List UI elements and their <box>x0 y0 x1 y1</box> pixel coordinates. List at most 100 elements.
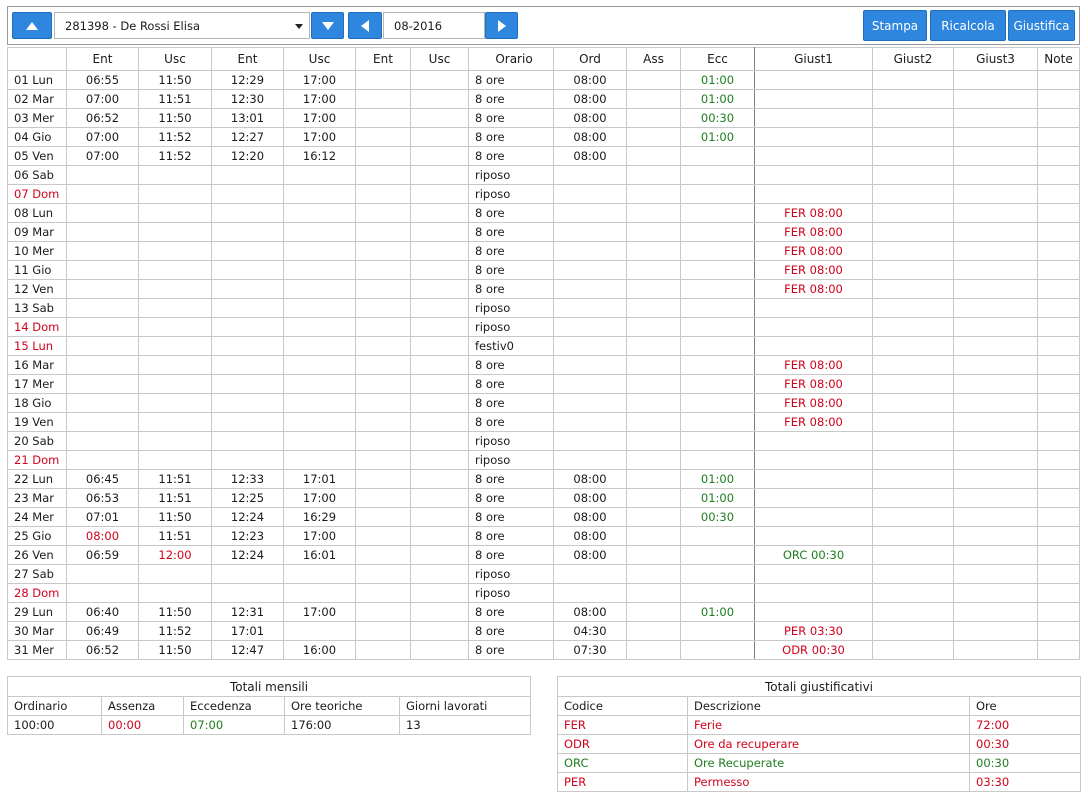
time-cell[interactable] <box>211 450 284 470</box>
giust1-cell[interactable] <box>754 108 873 128</box>
time-cell[interactable]: 08:00 <box>66 526 139 546</box>
table-row[interactable]: 29 Lun 06:40 11:50 12:31 17:00 8 ore 08:00 01:0… <box>7 602 1080 622</box>
time-cell[interactable] <box>355 203 411 223</box>
giust2-cell[interactable] <box>872 507 954 527</box>
giust1-cell[interactable] <box>754 165 873 185</box>
time-cell[interactable] <box>355 355 411 375</box>
giust3-cell[interactable] <box>953 127 1038 147</box>
giust1-cell[interactable]: FER 08:00 <box>754 355 873 375</box>
table-row[interactable]: 19 Ven 8 ore FER 08:00 <box>7 412 1080 432</box>
time-cell[interactable] <box>211 317 284 337</box>
giust2-cell[interactable] <box>872 241 954 261</box>
time-cell[interactable] <box>66 450 139 470</box>
note-cell[interactable] <box>1037 431 1080 451</box>
note-cell[interactable] <box>1037 165 1080 185</box>
time-cell[interactable]: 12:31 <box>211 602 284 622</box>
giust2-cell[interactable] <box>872 127 954 147</box>
giust3-cell[interactable] <box>953 336 1038 356</box>
time-cell[interactable] <box>211 412 284 432</box>
giust3-cell[interactable] <box>953 279 1038 299</box>
table-row[interactable]: 20 Sab riposo <box>7 431 1080 451</box>
giust1-cell[interactable] <box>754 564 873 584</box>
table-row[interactable]: 31 Mer 06:52 11:50 12:47 16:00 8 ore 07:30 ODR … <box>7 640 1080 660</box>
time-cell[interactable]: 11:51 <box>138 526 212 546</box>
time-cell[interactable] <box>138 336 212 356</box>
giust2-cell[interactable] <box>872 108 954 128</box>
time-cell[interactable] <box>283 241 356 261</box>
giust3-cell[interactable] <box>953 317 1038 337</box>
giust2-cell[interactable] <box>872 222 954 242</box>
giust1-cell[interactable] <box>754 317 873 337</box>
time-cell[interactable] <box>66 203 139 223</box>
giust2-cell[interactable] <box>872 374 954 394</box>
time-cell[interactable] <box>410 222 469 242</box>
giust2-cell[interactable] <box>872 526 954 546</box>
time-cell[interactable] <box>66 165 139 185</box>
time-cell[interactable] <box>410 298 469 318</box>
giust3-cell[interactable] <box>953 488 1038 508</box>
time-cell[interactable] <box>138 165 212 185</box>
time-cell[interactable] <box>355 184 411 204</box>
time-cell[interactable] <box>283 222 356 242</box>
note-cell[interactable] <box>1037 203 1080 223</box>
table-row[interactable]: 07 Dom riposo <box>7 184 1080 204</box>
note-cell[interactable] <box>1037 70 1080 90</box>
time-cell[interactable] <box>283 583 356 603</box>
table-row[interactable]: 03 Mer 06:52 11:50 13:01 17:00 8 ore 08:00 00:3… <box>7 108 1080 128</box>
time-cell[interactable] <box>283 564 356 584</box>
giust3-cell[interactable] <box>953 70 1038 90</box>
time-cell[interactable]: 12:20 <box>211 146 284 166</box>
giust3-cell[interactable] <box>953 431 1038 451</box>
time-cell[interactable] <box>66 431 139 451</box>
time-cell[interactable] <box>211 583 284 603</box>
time-cell[interactable] <box>211 374 284 394</box>
time-cell[interactable] <box>138 260 212 280</box>
time-cell[interactable] <box>66 564 139 584</box>
table-row[interactable]: 26 Ven 06:59 12:00 12:24 16:01 8 ore 08:00 ORC … <box>7 545 1080 565</box>
giust1-cell[interactable] <box>754 602 873 622</box>
note-cell[interactable] <box>1037 469 1080 489</box>
time-cell[interactable] <box>138 298 212 318</box>
note-cell[interactable] <box>1037 89 1080 109</box>
time-cell[interactable]: 12:47 <box>211 640 284 660</box>
time-cell[interactable]: 06:52 <box>66 108 139 128</box>
time-cell[interactable]: 11:51 <box>138 469 212 489</box>
time-cell[interactable] <box>138 374 212 394</box>
time-cell[interactable] <box>283 412 356 432</box>
giust1-cell[interactable] <box>754 89 873 109</box>
time-cell[interactable] <box>355 70 411 90</box>
note-cell[interactable] <box>1037 298 1080 318</box>
time-cell[interactable]: 12:25 <box>211 488 284 508</box>
giust1-cell[interactable] <box>754 298 873 318</box>
giust3-cell[interactable] <box>953 108 1038 128</box>
time-cell[interactable]: 16:00 <box>283 640 356 660</box>
time-cell[interactable]: 11:52 <box>138 127 212 147</box>
time-cell[interactable] <box>138 393 212 413</box>
time-cell[interactable]: 11:50 <box>138 602 212 622</box>
giust2-cell[interactable] <box>872 184 954 204</box>
time-cell[interactable] <box>355 317 411 337</box>
time-cell[interactable]: 06:53 <box>66 488 139 508</box>
month-field[interactable]: 08-2016 <box>383 12 485 39</box>
next-month-button[interactable] <box>485 12 518 39</box>
time-cell[interactable] <box>138 184 212 204</box>
time-cell[interactable] <box>410 279 469 299</box>
time-cell[interactable] <box>66 393 139 413</box>
time-cell[interactable] <box>66 412 139 432</box>
giust1-cell[interactable]: FER 08:00 <box>754 412 873 432</box>
giust2-cell[interactable] <box>872 469 954 489</box>
time-cell[interactable] <box>410 412 469 432</box>
giust1-cell[interactable]: FER 08:00 <box>754 279 873 299</box>
giust1-cell[interactable]: FER 08:00 <box>754 222 873 242</box>
giust1-cell[interactable] <box>754 488 873 508</box>
giust1-cell[interactable] <box>754 184 873 204</box>
giust1-cell[interactable] <box>754 70 873 90</box>
time-cell[interactable] <box>355 526 411 546</box>
time-cell[interactable] <box>410 165 469 185</box>
time-cell[interactable] <box>355 640 411 660</box>
time-cell[interactable] <box>410 621 469 641</box>
note-cell[interactable] <box>1037 260 1080 280</box>
next-employee-button[interactable] <box>311 12 344 39</box>
time-cell[interactable] <box>138 317 212 337</box>
time-cell[interactable]: 11:50 <box>138 640 212 660</box>
